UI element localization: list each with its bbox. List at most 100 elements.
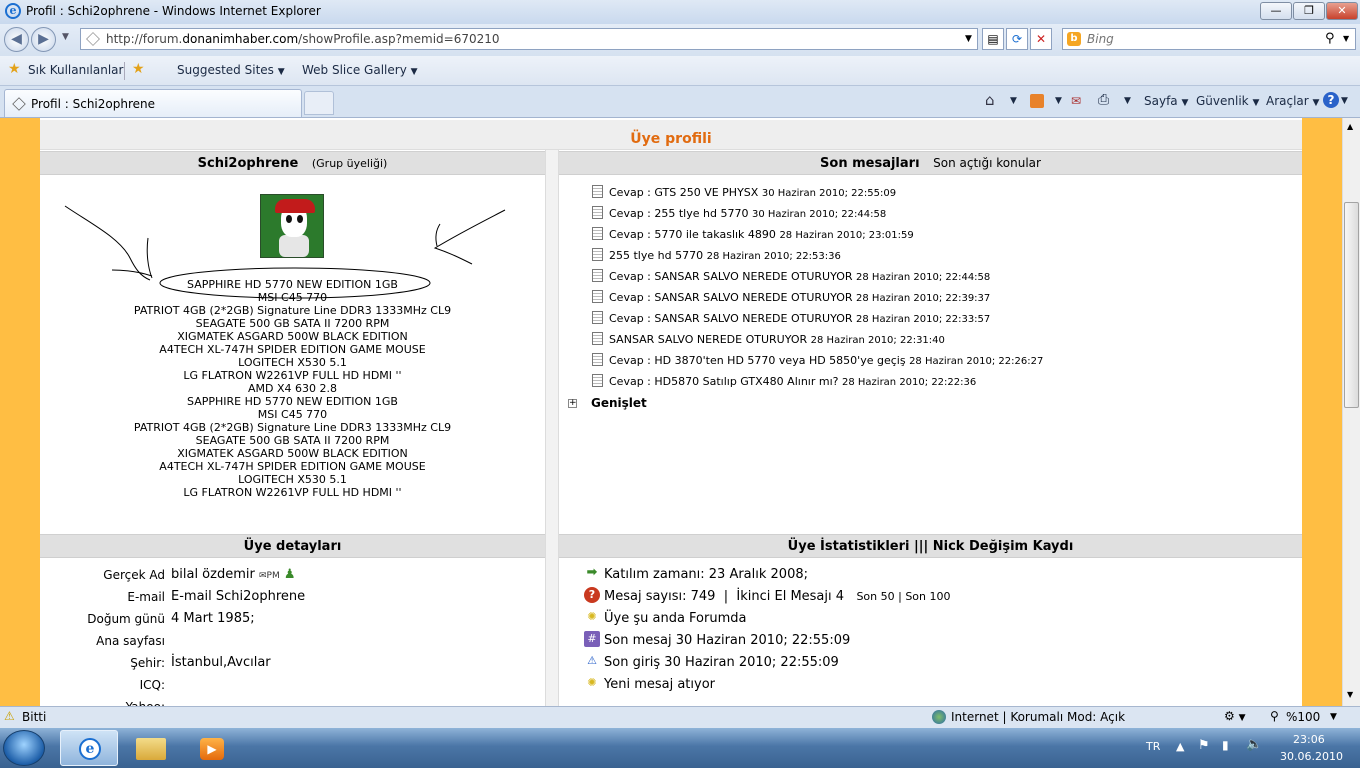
detail-value[interactable]: E-mail Schi2ophrene [171,586,305,608]
group-membership-link[interactable]: (Grup üyeliği) [312,157,387,170]
document-icon [592,353,603,366]
feeds-icon[interactable] [1030,94,1044,108]
post-item[interactable]: Cevap : HD5870 Satılıp GTX480 Alınır mı?… [592,371,1292,392]
network-icon[interactable]: ▮ [1222,738,1229,752]
help-icon[interactable]: ? [1323,92,1339,108]
maximize-button[interactable]: ❐ [1293,2,1325,20]
compatibility-icon[interactable]: ▤ [982,28,1004,50]
post-subject[interactable]: Cevap : SANSAR SALVO NEREDE OTURUYOR [609,270,853,283]
post-item[interactable]: Cevap : SANSAR SALVO NEREDE OTURUYOR 28 … [592,308,1292,329]
post-item[interactable]: Cevap : 255 tlye hd 5770 30 Haziran 2010… [592,203,1292,224]
document-icon [592,290,603,303]
post-subject[interactable]: Cevap : GTS 250 VE PHYSX [609,186,758,199]
secondhand-messages-link[interactable]: İkinci El Mesajı 4 [736,589,844,604]
protected-mode-icon[interactable]: ⚙ ▼ [1224,709,1246,723]
status-bar: ⚠ Bitti Internet | Korumalı Mod: Açık ⚙ … [0,706,1360,728]
tools-menu[interactable]: Araçlar ▼ [1266,94,1319,108]
post-date: 28 Haziran 2010; 22:22:36 [841,377,977,388]
detail-key: E-mail [127,590,165,604]
search-icon[interactable]: ⚲ [1325,31,1335,46]
post-subject[interactable]: Cevap : SANSAR SALVO NEREDE OTURUYOR [609,291,853,304]
last-50-link[interactable]: Son 50 [856,590,894,603]
post-item[interactable]: SANSAR SALVO NEREDE OTURUYOR 28 Haziran … [592,329,1292,350]
post-date: 28 Haziran 2010; 22:53:36 [706,251,841,262]
clock-time[interactable]: 23:06 [1293,733,1325,746]
post-subject[interactable]: Cevap : HD 3870'ten HD 5770 veya HD 5850… [609,354,906,367]
search-box[interactable]: b ⚲ ▼ [1062,28,1356,50]
taskbar-media-player[interactable]: ▶ [184,730,242,766]
page-menu[interactable]: Sayfa ▼ [1144,94,1188,108]
post-subject[interactable]: Cevap : SANSAR SALVO NEREDE OTURUYOR [609,312,853,325]
post-subject[interactable]: 255 tlye hd 5770 [609,249,703,262]
pm-icon[interactable]: ✉PM [259,571,280,581]
zoom-icon[interactable]: ⚲ [1270,709,1279,723]
home-icon[interactable]: ⌂ [985,91,995,109]
post-subject[interactable]: Cevap : HD5870 Satılıp GTX480 Alınır mı? [609,375,838,388]
post-item[interactable]: Cevap : 5770 ile takaslık 4890 28 Hazira… [592,224,1292,245]
zoom-level[interactable]: %100 [1286,710,1320,724]
recent-posts-title: Son mesajları [820,156,920,171]
add-buddy-icon[interactable]: ♟ [284,567,296,582]
back-button[interactable]: ◀ [4,27,29,52]
forward-button[interactable]: ▶ [31,27,56,52]
scroll-down-icon[interactable]: ▼ [1347,690,1353,699]
post-item[interactable]: Cevap : GTS 250 VE PHYSX 30 Haziran 2010… [592,182,1292,203]
clock-date[interactable]: 30.06.2010 [1280,750,1343,763]
post-subject[interactable]: Cevap : 5770 ile takaslık 4890 [609,228,776,241]
history-dropdown-icon[interactable]: ▼ [62,32,69,42]
post-subject[interactable]: SANSAR SALVO NEREDE OTURUYOR [609,333,807,346]
security-zone[interactable]: Internet | Korumalı Mod: Açık [951,710,1125,724]
document-icon [592,332,603,345]
post-item[interactable]: 255 tlye hd 5770 28 Haziran 2010; 22:53:… [592,245,1292,266]
add-favorite-icon[interactable]: ★ [132,61,145,77]
refresh-icon[interactable]: ⟳ [1006,28,1028,50]
tray-arrow-icon[interactable]: ▲ [1176,740,1184,753]
expand-button[interactable]: + Genişlet [568,396,647,410]
scroll-thumb[interactable] [1344,202,1359,408]
print-icon[interactable]: ⎙ [1098,92,1109,108]
signature-line: XIGMATEK ASGARD 500W BLACK EDITION [177,330,408,343]
taskbar-ie[interactable]: e [60,730,118,766]
volume-icon[interactable]: 🔈 [1246,737,1262,752]
vertical-scrollbar[interactable]: ▲ ▼ [1342,118,1360,706]
recent-topics-link[interactable]: Son açtığı konular [933,156,1041,170]
signature-line: LG FLATRON W2261VP FULL HD HDMI '' [183,486,402,499]
page-icon [12,97,26,111]
signature: SAPPHIRE HD 5770 NEW EDITION 1GB MSI C45 … [40,278,545,499]
home-dropdown-icon[interactable]: ▼ [1010,96,1017,106]
zoom-dropdown-icon[interactable]: ▼ [1330,712,1337,722]
stop-icon[interactable]: ✕ [1030,28,1052,50]
detail-key: Ana sayfası [96,634,165,648]
post-item[interactable]: Cevap : SANSAR SALVO NEREDE OTURUYOR 28 … [592,287,1292,308]
mail-icon[interactable]: ✉ [1071,94,1081,108]
flag-icon[interactable]: ⚑ [1198,738,1210,753]
close-button[interactable]: ✕ [1326,2,1358,20]
post-subject[interactable]: Cevap : 255 tlye hd 5770 [609,207,748,220]
post-item[interactable]: Cevap : HD 3870'ten HD 5770 veya HD 5850… [592,350,1292,371]
search-dropdown-icon[interactable]: ▼ [1343,34,1349,43]
tab-profile[interactable]: Profil : Schi2ophrene [4,89,302,117]
expand-plus-icon: + [568,398,577,408]
minimize-button[interactable]: — [1260,2,1292,20]
suggested-sites-button[interactable]: Suggested Sites ▼ [177,63,285,77]
lightbulb-icon: ✺ [587,610,597,623]
detail-value: 4 Mart 1985; [171,611,255,626]
page-title: Üye profili [40,120,1302,150]
start-button[interactable] [3,730,45,766]
language-indicator[interactable]: TR [1146,740,1160,753]
web-slice-gallery-button[interactable]: Web Slice Gallery ▼ [302,63,418,77]
search-input[interactable] [1087,31,1317,47]
address-bar[interactable]: http://forum.donanimhaber.com/showProfil… [80,28,978,50]
help-dropdown-icon[interactable]: ▼ [1341,96,1348,106]
favorites-button[interactable]: Sık Kullanılanlar [28,63,123,77]
feeds-dropdown-icon[interactable]: ▼ [1055,96,1062,106]
post-item[interactable]: Cevap : SANSAR SALVO NEREDE OTURUYOR 28 … [592,266,1292,287]
safety-menu[interactable]: Güvenlik ▼ [1196,94,1259,108]
scroll-up-icon[interactable]: ▲ [1347,122,1353,131]
last-100-link[interactable]: Son 100 [905,590,950,603]
taskbar-explorer[interactable] [122,730,180,766]
new-tab-button[interactable] [304,91,334,115]
print-dropdown-icon[interactable]: ▼ [1124,96,1131,106]
favorites-star-icon: ★ [8,61,21,77]
address-dropdown-icon[interactable]: ▼ [965,34,972,44]
